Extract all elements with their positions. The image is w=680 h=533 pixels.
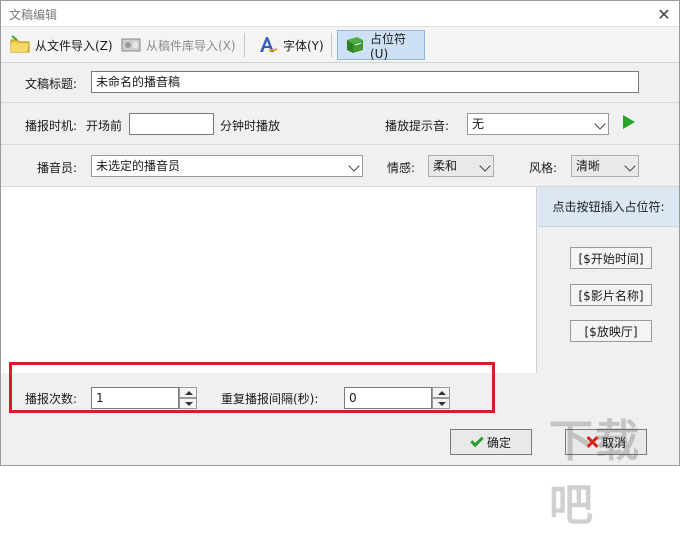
prompt-sound-label: 播放提示音:	[385, 119, 450, 133]
title-row: 文稿标题: 未命名的播音稿	[1, 63, 679, 103]
announcer-label: 播音员:	[37, 161, 78, 175]
chevron-down-icon	[479, 160, 491, 172]
title-label: 文稿标题:	[25, 77, 78, 91]
style-label: 风格:	[529, 161, 558, 175]
timing-suffix: 分钟时播放	[220, 119, 281, 133]
watermark-logo: 下载吧	[549, 416, 641, 531]
emotion-label: 情感:	[387, 161, 416, 175]
font-icon	[257, 34, 279, 56]
title-bar[interactable]: 文稿编辑 ✕	[1, 1, 679, 27]
prompt-sound-select[interactable]: 无	[467, 113, 609, 135]
chevron-down-icon	[594, 118, 606, 130]
font-label: 字体(Y)	[283, 38, 324, 53]
style-select[interactable]: 清晰	[571, 155, 639, 177]
minutes-input[interactable]	[129, 113, 214, 135]
ok-label: 确定	[486, 435, 511, 450]
editor-dialog: 文稿编辑 ✕ 从文件导入(Z) 从稿件库导入(X) 字体(Y) 占位符(U) 文…	[0, 0, 680, 531]
import-file-label: 从文件导入(Z)	[35, 38, 113, 53]
toolbar-separator	[331, 33, 332, 57]
insert-start-time-button[interactable]: [$开始时间]	[570, 247, 652, 269]
placeholder-panel-heading: 点击按钮插入占位符:	[538, 187, 679, 227]
timing-label: 播报时机:	[25, 119, 78, 133]
play-icon[interactable]	[623, 115, 635, 129]
toolbar-separator	[244, 33, 245, 57]
ok-button[interactable]: 确定	[450, 429, 532, 455]
placeholder-label: 占位符(U)	[370, 31, 407, 61]
import-library-button[interactable]: 从稿件库导入(X)	[114, 30, 242, 60]
prompt-sound-value: 无	[472, 117, 485, 131]
timing-prefix: 开场前	[86, 119, 123, 133]
title-input[interactable]: 未命名的播音稿	[91, 71, 639, 93]
announcer-select[interactable]: 未选定的播音员	[91, 155, 363, 177]
emotion-value: 柔和	[433, 159, 458, 173]
close-icon[interactable]: ✕	[653, 3, 675, 25]
film-icon	[120, 34, 142, 56]
chevron-down-icon	[624, 160, 636, 172]
highlight-box	[9, 362, 495, 413]
import-file-button[interactable]: 从文件导入(Z)	[3, 30, 119, 60]
font-button[interactable]: 字体(Y)	[251, 30, 330, 60]
chevron-down-icon	[348, 160, 360, 172]
folder-icon	[9, 34, 31, 56]
book-icon	[344, 34, 366, 56]
style-value: 清晰	[576, 159, 601, 173]
announcer-value: 未选定的播音员	[96, 159, 181, 173]
checkmark-icon	[470, 433, 484, 448]
announcer-row: 播音员: 未选定的播音员 情感: 柔和 风格: 清晰	[1, 145, 679, 187]
insert-movie-name-button[interactable]: [$影片名称]	[570, 284, 652, 306]
placeholder-button[interactable]: 占位符(U)	[337, 30, 425, 61]
toolbar: 从文件导入(Z) 从稿件库导入(X) 字体(Y) 占位符(U)	[1, 27, 679, 63]
insert-hall-button[interactable]: [$放映厅]	[570, 320, 652, 342]
import-library-label: 从稿件库导入(X)	[146, 38, 236, 53]
placeholder-panel: 点击按钮插入占位符: [$开始时间] [$影片名称] [$放映厅]	[538, 187, 679, 415]
window-title: 文稿编辑	[9, 8, 58, 22]
emotion-select[interactable]: 柔和	[428, 155, 494, 177]
timing-row: 播报时机: 开场前 分钟时播放 播放提示音: 无	[1, 103, 679, 145]
